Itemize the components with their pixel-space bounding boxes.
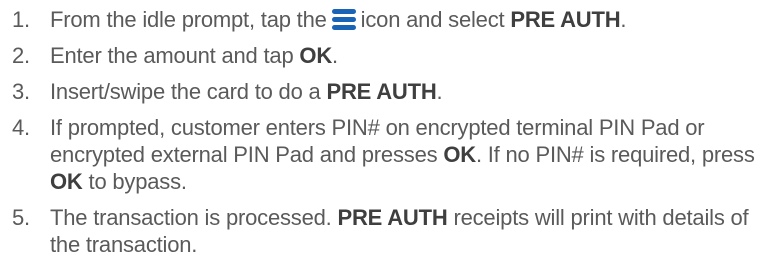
step-text-end: to bypass. <box>88 169 187 194</box>
instruction-list: 1. From the idle prompt, tap the icon and… <box>12 6 777 258</box>
keyword-ok: OK <box>443 142 476 167</box>
step-number: 5. <box>12 205 30 230</box>
step-text-post: icon and select <box>360 7 505 32</box>
step-text-pre: From the idle prompt, tap the <box>50 7 327 32</box>
step-text: If prompted, customer enters PIN# on enc… <box>50 114 777 195</box>
keyword-pre-auth: PRE AUTH <box>337 205 448 230</box>
step-text: From the idle prompt, tap the icon and se… <box>50 6 777 33</box>
instruction-page: 1. From the idle prompt, tap the icon and… <box>0 0 782 263</box>
menu-icon <box>331 8 357 31</box>
instruction-step-4: 4. If prompted, customer enters PIN# on … <box>12 114 777 195</box>
step-text-pre: Insert/swipe the card to do a <box>50 79 321 104</box>
step-text-end: . <box>332 43 338 68</box>
keyword-ok: OK <box>50 169 83 194</box>
instruction-step-5: 5. The transaction is processed. PRE AUT… <box>12 204 777 258</box>
keyword-pre-auth: PRE AUTH <box>326 79 437 104</box>
step-text-end: . <box>436 79 443 104</box>
step-number: 4. <box>12 115 30 140</box>
step-text: The transaction is processed. PRE AUTH r… <box>50 204 777 258</box>
instruction-step-2: 2. Enter the amount and tap OK. <box>12 42 777 69</box>
keyword-pre-auth: PRE AUTH <box>510 7 621 32</box>
step-number: 1. <box>12 7 30 32</box>
step-text-mid: . If no PIN# is required, press <box>475 142 755 167</box>
step-text-pre: The transaction is processed. <box>50 205 332 230</box>
instruction-step-1: 1. From the idle prompt, tap the icon and… <box>12 6 777 33</box>
instruction-step-3: 3. Insert/swipe the card to do a PRE AUT… <box>12 78 777 105</box>
keyword-ok: OK <box>299 43 333 68</box>
step-text-pre: Enter the amount and tap <box>50 43 294 68</box>
step-text: Enter the amount and tap OK. <box>50 42 777 69</box>
step-number: 3. <box>12 79 30 104</box>
step-text-end: . <box>620 7 627 32</box>
step-number: 2. <box>12 43 30 68</box>
step-text: Insert/swipe the card to do a PRE AUTH. <box>50 78 777 105</box>
